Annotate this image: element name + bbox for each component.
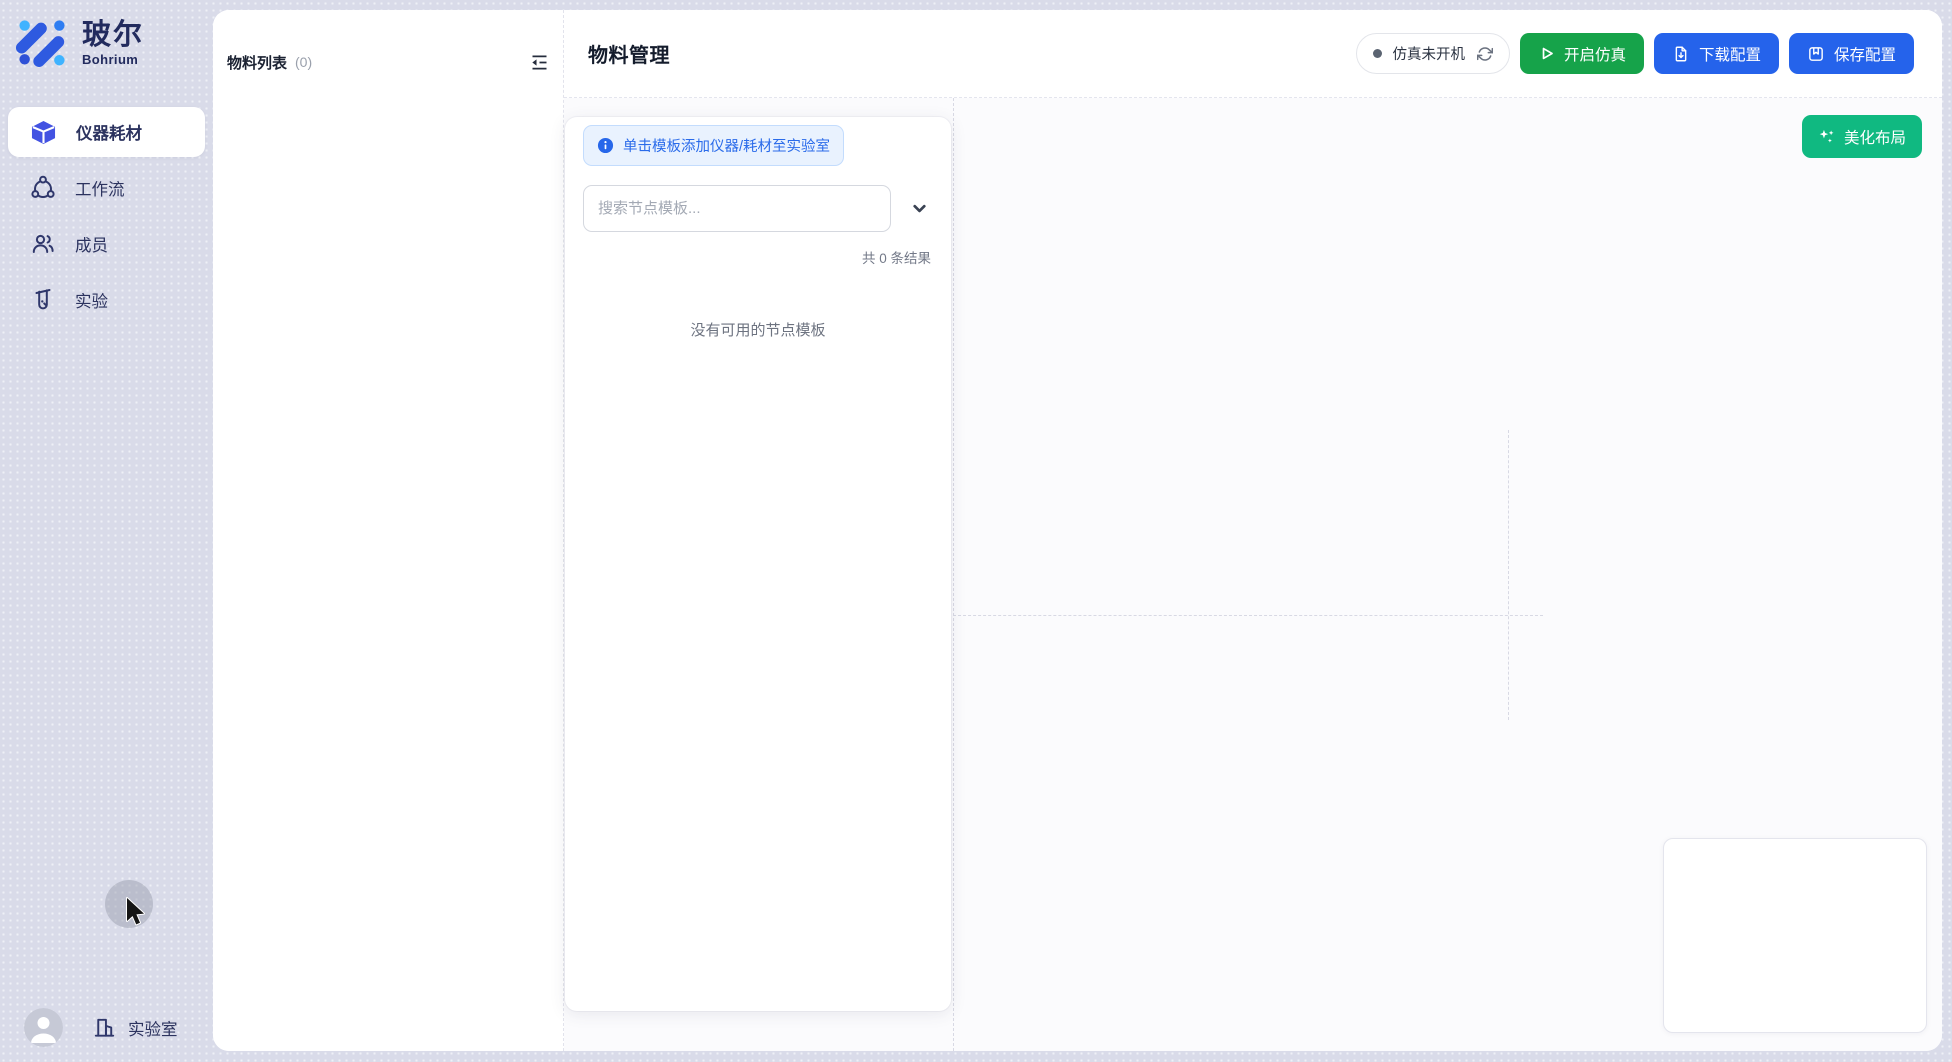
sidebar-item-label: 工作流 [75,176,125,200]
template-hint-banner: 单击模板添加仪器/耗材至实验室 [583,125,844,166]
expand-templates-button[interactable] [905,195,933,223]
template-hint-text: 单击模板添加仪器/耗材至实验室 [623,135,830,156]
node-template-panel: 单击模板添加仪器/耗材至实验室 共 0 条结果 没有可用的节点模板 [565,117,951,1011]
canvas-guide-vertical-2 [1508,430,1509,720]
start-simulation-label: 开启仿真 [1564,43,1626,65]
play-icon [1538,45,1555,62]
material-list-count: (0) [295,54,312,70]
toolbar: 物料管理 仿真未开机 开启仿真 下载配置 [564,10,1942,98]
brand-name: 玻尔 [82,20,144,50]
sparkles-icon [1818,128,1835,145]
brand-subtitle: Bohrium [82,52,144,67]
download-config-button[interactable]: 下载配置 [1654,33,1779,74]
refresh-status-button[interactable] [1477,46,1493,62]
template-search-row [583,185,933,232]
start-simulation-button[interactable]: 开启仿真 [1520,33,1644,74]
sidebar-item-workflow[interactable]: 工作流 [8,163,205,213]
workspace-label: 实验室 [128,1016,178,1040]
canvas-guide-vertical [953,98,954,1051]
material-list-panel: 物料列表 (0) [213,10,563,1051]
status-dot-icon [1373,49,1382,58]
sidebar: 玻尔 Bohrium 仪器耗材 工作流 [0,0,213,1062]
beautify-layout-label: 美化布局 [1844,126,1906,148]
file-download-icon [1672,45,1690,63]
sidebar-item-label: 仪器耗材 [76,120,142,144]
sidebar-item-label: 实验 [75,288,108,312]
mouse-cursor [124,897,148,929]
material-list-header: 物料列表 (0) [227,50,551,74]
template-search-input[interactable] [583,185,891,232]
cube-icon [30,120,57,145]
chevron-down-icon [910,199,929,218]
save-config-button[interactable]: 保存配置 [1789,33,1914,74]
building-icon [92,1015,117,1040]
save-config-label: 保存配置 [1834,43,1896,65]
sidebar-item-experiments[interactable]: 实验 [8,275,205,325]
outdent-icon [529,52,550,73]
empty-templates-message: 没有可用的节点模板 [583,319,933,340]
main-surface: 物料列表 (0) 物料管理 仿真未开机 [213,10,1942,1051]
brand-logo-icon [15,13,69,67]
page-title: 物料管理 [588,39,670,68]
collapse-panel-button[interactable] [527,50,551,74]
minimap[interactable] [1663,838,1927,1033]
results-count: 共 0 条结果 [583,247,933,267]
sidebar-item-label: 成员 [75,232,108,256]
save-icon [1807,45,1825,63]
material-list-title: 物料列表 [227,52,287,73]
members-icon [30,231,56,257]
user-avatar[interactable] [24,1008,63,1047]
brand-logo: 玻尔 Bohrium [15,13,144,67]
sidebar-footer: 实验室 [24,1008,178,1047]
sidebar-item-members[interactable]: 成员 [8,219,205,269]
avatar-person-icon [24,1008,63,1047]
workspace-switcher[interactable]: 实验室 [92,1015,178,1040]
sidebar-item-instruments[interactable]: 仪器耗材 [8,107,205,157]
simulation-status-pill: 仿真未开机 [1356,33,1510,74]
info-icon [597,137,614,154]
download-config-label: 下载配置 [1699,43,1761,65]
status-label: 仿真未开机 [1392,43,1465,64]
sidebar-nav: 仪器耗材 工作流 成员 [8,107,205,325]
beautify-layout-button[interactable]: 美化布局 [1802,115,1922,158]
experiment-icon [30,287,56,313]
workflow-icon [30,175,56,201]
refresh-icon [1477,46,1493,62]
canvas-guide-horizontal [953,615,1543,616]
